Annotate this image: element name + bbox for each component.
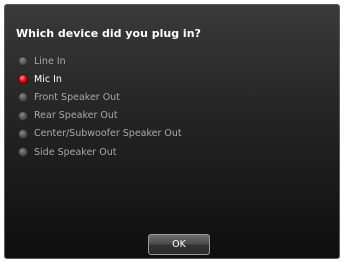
radio-selected-icon[interactable]: [18, 74, 28, 85]
option-side-speaker-out[interactable]: Side Speaker Out: [18, 143, 182, 161]
option-label: Center/Subwoofer Speaker Out: [34, 128, 182, 140]
option-label: Front Speaker Out: [34, 91, 120, 103]
option-label: Side Speaker Out: [34, 146, 117, 158]
radio-unselected-icon[interactable]: [18, 147, 28, 158]
radio-unselected-icon[interactable]: [18, 128, 28, 139]
option-label: Line In: [34, 55, 66, 67]
option-label: Rear Speaker Out: [34, 110, 118, 122]
option-line-in[interactable]: Line In: [18, 52, 182, 70]
device-dialog: Which device did you plug in? Line In Mi…: [4, 4, 340, 259]
ok-button[interactable]: OK: [148, 234, 210, 255]
option-front-speaker-out[interactable]: Front Speaker Out: [18, 88, 182, 106]
device-options-list: Line In Mic In Front Speaker Out Rear Sp…: [18, 52, 182, 161]
radio-unselected-icon[interactable]: [18, 110, 28, 121]
radio-unselected-icon[interactable]: [18, 92, 28, 103]
option-mic-in[interactable]: Mic In: [18, 70, 182, 88]
option-center-subwoofer-speaker-out[interactable]: Center/Subwoofer Speaker Out: [18, 125, 182, 143]
dialog-title: Which device did you plug in?: [16, 27, 201, 40]
option-rear-speaker-out[interactable]: Rear Speaker Out: [18, 107, 182, 125]
option-label: Mic In: [34, 73, 62, 85]
radio-unselected-icon[interactable]: [18, 56, 28, 67]
